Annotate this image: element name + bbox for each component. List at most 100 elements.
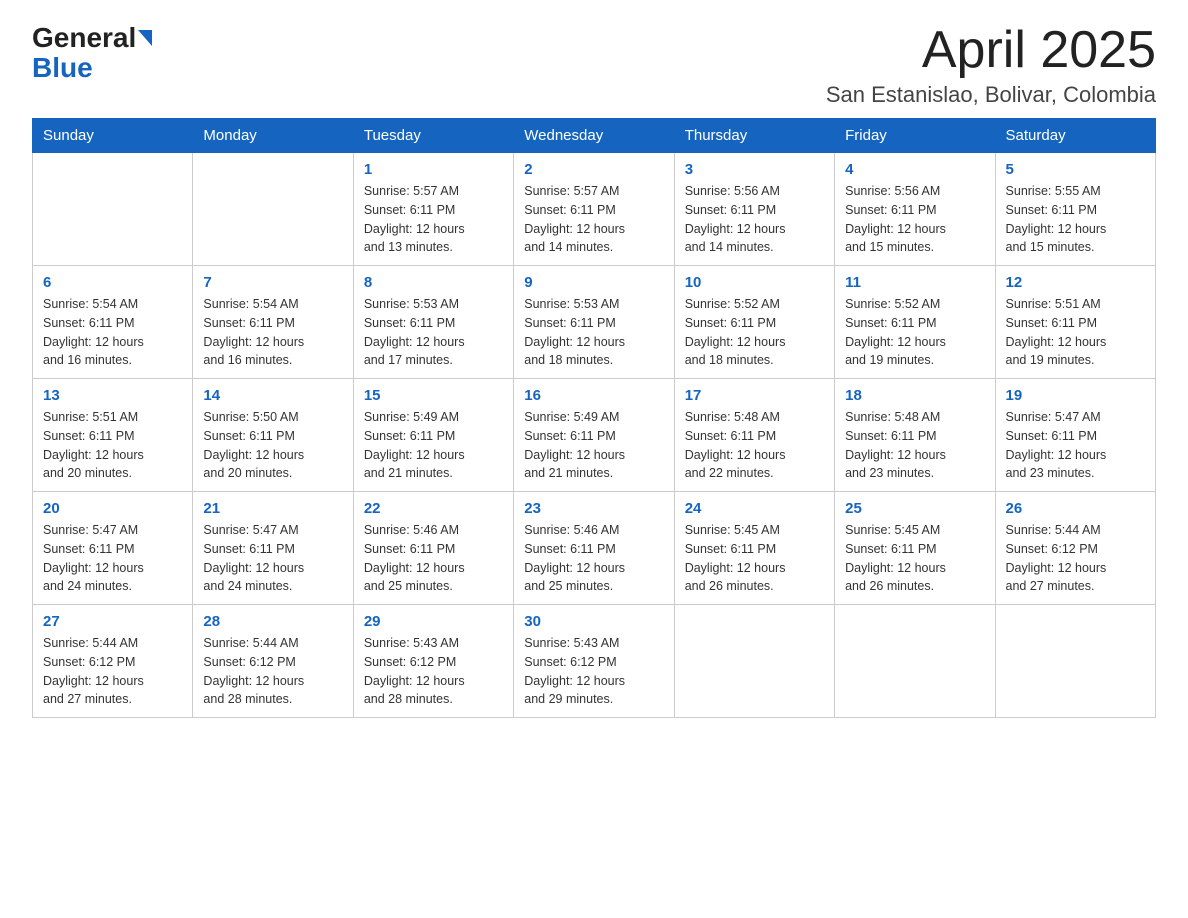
day-info: Sunrise: 5:44 AMSunset: 6:12 PMDaylight:… [43, 634, 182, 709]
calendar-day-cell: 2 Sunrise: 5:57 AMSunset: 6:11 PMDaylight… [514, 153, 674, 266]
calendar-day-cell: 11 Sunrise: 5:52 AMSunset: 6:11 PMDayligh… [835, 266, 995, 379]
logo: General Blue [32, 24, 152, 84]
calendar-day-cell: 17 Sunrise: 5:48 AMSunset: 6:11 PMDayligh… [674, 379, 834, 492]
calendar-body: 1 Sunrise: 5:57 AMSunset: 6:11 PMDaylight… [33, 153, 1156, 718]
day-info: Sunrise: 5:47 AMSunset: 6:11 PMDaylight:… [203, 521, 342, 596]
calendar-day-cell: 27 Sunrise: 5:44 AMSunset: 6:12 PMDayligh… [33, 605, 193, 718]
day-info: Sunrise: 5:48 AMSunset: 6:11 PMDaylight:… [685, 408, 824, 483]
day-number: 24 [685, 500, 824, 517]
calendar-day-cell: 1 Sunrise: 5:57 AMSunset: 6:11 PMDaylight… [353, 153, 513, 266]
logo-text-blue: Blue [32, 52, 93, 84]
calendar-day-cell: 8 Sunrise: 5:53 AMSunset: 6:11 PMDaylight… [353, 266, 513, 379]
calendar-day-cell: 13 Sunrise: 5:51 AMSunset: 6:11 PMDayligh… [33, 379, 193, 492]
calendar-day-cell: 7 Sunrise: 5:54 AMSunset: 6:11 PMDaylight… [193, 266, 353, 379]
day-info: Sunrise: 5:56 AMSunset: 6:11 PMDaylight:… [845, 182, 984, 257]
day-number: 4 [845, 161, 984, 178]
day-info: Sunrise: 5:46 AMSunset: 6:11 PMDaylight:… [364, 521, 503, 596]
logo-text-general: General [32, 24, 136, 52]
day-number: 10 [685, 274, 824, 291]
day-info: Sunrise: 5:43 AMSunset: 6:12 PMDaylight:… [364, 634, 503, 709]
calendar-week-row: 1 Sunrise: 5:57 AMSunset: 6:11 PMDaylight… [33, 153, 1156, 266]
day-info: Sunrise: 5:44 AMSunset: 6:12 PMDaylight:… [203, 634, 342, 709]
day-info: Sunrise: 5:44 AMSunset: 6:12 PMDaylight:… [1006, 521, 1145, 596]
calendar-week-row: 13 Sunrise: 5:51 AMSunset: 6:11 PMDayligh… [33, 379, 1156, 492]
calendar-day-cell: 10 Sunrise: 5:52 AMSunset: 6:11 PMDayligh… [674, 266, 834, 379]
day-info: Sunrise: 5:52 AMSunset: 6:11 PMDaylight:… [685, 295, 824, 370]
day-number: 2 [524, 161, 663, 178]
day-number: 17 [685, 387, 824, 404]
day-info: Sunrise: 5:55 AMSunset: 6:11 PMDaylight:… [1006, 182, 1145, 257]
day-number: 11 [845, 274, 984, 291]
day-info: Sunrise: 5:48 AMSunset: 6:11 PMDaylight:… [845, 408, 984, 483]
day-number: 8 [364, 274, 503, 291]
calendar-week-row: 6 Sunrise: 5:54 AMSunset: 6:11 PMDaylight… [33, 266, 1156, 379]
calendar-day-cell: 30Sunrise: 5:43 AMSunset: 6:12 PMDayligh… [514, 605, 674, 718]
calendar-header: SundayMondayTuesdayWednesdayThursdayFrid… [33, 119, 1156, 153]
calendar-day-cell: 3 Sunrise: 5:56 AMSunset: 6:11 PMDaylight… [674, 153, 834, 266]
day-info: Sunrise: 5:51 AMSunset: 6:11 PMDaylight:… [43, 408, 182, 483]
calendar-day-cell: 21 Sunrise: 5:47 AMSunset: 6:11 PMDayligh… [193, 492, 353, 605]
day-number: 15 [364, 387, 503, 404]
calendar-day-cell: 28 Sunrise: 5:44 AMSunset: 6:12 PMDayligh… [193, 605, 353, 718]
day-of-week-header: Monday [193, 119, 353, 153]
day-info: Sunrise: 5:45 AMSunset: 6:11 PMDaylight:… [685, 521, 824, 596]
calendar-day-cell: 15Sunrise: 5:49 AMSunset: 6:11 PMDayligh… [353, 379, 513, 492]
day-info: Sunrise: 5:45 AMSunset: 6:11 PMDaylight:… [845, 521, 984, 596]
day-number: 3 [685, 161, 824, 178]
calendar-day-cell: 20 Sunrise: 5:47 AMSunset: 6:11 PMDayligh… [33, 492, 193, 605]
day-info: Sunrise: 5:56 AMSunset: 6:11 PMDaylight:… [685, 182, 824, 257]
day-info: Sunrise: 5:50 AMSunset: 6:11 PMDaylight:… [203, 408, 342, 483]
calendar-day-cell: 9Sunrise: 5:53 AMSunset: 6:11 PMDaylight… [514, 266, 674, 379]
day-number: 6 [43, 274, 182, 291]
calendar-day-cell: 6 Sunrise: 5:54 AMSunset: 6:11 PMDaylight… [33, 266, 193, 379]
calendar-week-row: 20 Sunrise: 5:47 AMSunset: 6:11 PMDayligh… [33, 492, 1156, 605]
day-info: Sunrise: 5:54 AMSunset: 6:11 PMDaylight:… [43, 295, 182, 370]
calendar-day-cell [193, 153, 353, 266]
day-number: 5 [1006, 161, 1145, 178]
day-info: Sunrise: 5:49 AMSunset: 6:11 PMDaylight:… [524, 408, 663, 483]
day-of-week-header: Saturday [995, 119, 1155, 153]
calendar-day-cell: 4 Sunrise: 5:56 AMSunset: 6:11 PMDaylight… [835, 153, 995, 266]
calendar-day-cell: 12 Sunrise: 5:51 AMSunset: 6:11 PMDayligh… [995, 266, 1155, 379]
day-info: Sunrise: 5:46 AMSunset: 6:11 PMDaylight:… [524, 521, 663, 596]
day-number: 20 [43, 500, 182, 517]
calendar-title: April 2025 [826, 24, 1156, 76]
calendar-day-cell: 16 Sunrise: 5:49 AMSunset: 6:11 PMDayligh… [514, 379, 674, 492]
day-number: 1 [364, 161, 503, 178]
day-number: 30 [524, 613, 663, 630]
day-info: Sunrise: 5:53 AMSunset: 6:11 PMDaylight:… [364, 295, 503, 370]
calendar-day-cell: 26 Sunrise: 5:44 AMSunset: 6:12 PMDayligh… [995, 492, 1155, 605]
calendar-day-cell: 29 Sunrise: 5:43 AMSunset: 6:12 PMDayligh… [353, 605, 513, 718]
logo-arrow-icon [138, 30, 152, 46]
day-number: 25 [845, 500, 984, 517]
day-number: 28 [203, 613, 342, 630]
day-info: Sunrise: 5:51 AMSunset: 6:11 PMDaylight:… [1006, 295, 1145, 370]
calendar-day-cell [674, 605, 834, 718]
day-number: 12 [1006, 274, 1145, 291]
day-number: 16 [524, 387, 663, 404]
day-info: Sunrise: 5:54 AMSunset: 6:11 PMDaylight:… [203, 295, 342, 370]
day-number: 27 [43, 613, 182, 630]
day-number: 21 [203, 500, 342, 517]
calendar-day-cell: 18 Sunrise: 5:48 AMSunset: 6:11 PMDayligh… [835, 379, 995, 492]
calendar-day-cell [995, 605, 1155, 718]
day-of-week-header: Sunday [33, 119, 193, 153]
calendar-day-cell: 19Sunrise: 5:47 AMSunset: 6:11 PMDayligh… [995, 379, 1155, 492]
day-number: 18 [845, 387, 984, 404]
day-number: 7 [203, 274, 342, 291]
day-info: Sunrise: 5:47 AMSunset: 6:11 PMDaylight:… [1006, 408, 1145, 483]
day-info: Sunrise: 5:47 AMSunset: 6:11 PMDaylight:… [43, 521, 182, 596]
day-info: Sunrise: 5:53 AMSunset: 6:11 PMDaylight:… [524, 295, 663, 370]
calendar-day-cell: 5 Sunrise: 5:55 AMSunset: 6:11 PMDaylight… [995, 153, 1155, 266]
day-of-week-header: Thursday [674, 119, 834, 153]
calendar-week-row: 27 Sunrise: 5:44 AMSunset: 6:12 PMDayligh… [33, 605, 1156, 718]
day-info: Sunrise: 5:52 AMSunset: 6:11 PMDaylight:… [845, 295, 984, 370]
calendar-day-cell [33, 153, 193, 266]
day-info: Sunrise: 5:57 AMSunset: 6:11 PMDaylight:… [364, 182, 503, 257]
day-number: 26 [1006, 500, 1145, 517]
day-info: Sunrise: 5:57 AMSunset: 6:11 PMDaylight:… [524, 182, 663, 257]
day-number: 29 [364, 613, 503, 630]
day-number: 13 [43, 387, 182, 404]
day-number: 22 [364, 500, 503, 517]
day-of-week-header: Tuesday [353, 119, 513, 153]
